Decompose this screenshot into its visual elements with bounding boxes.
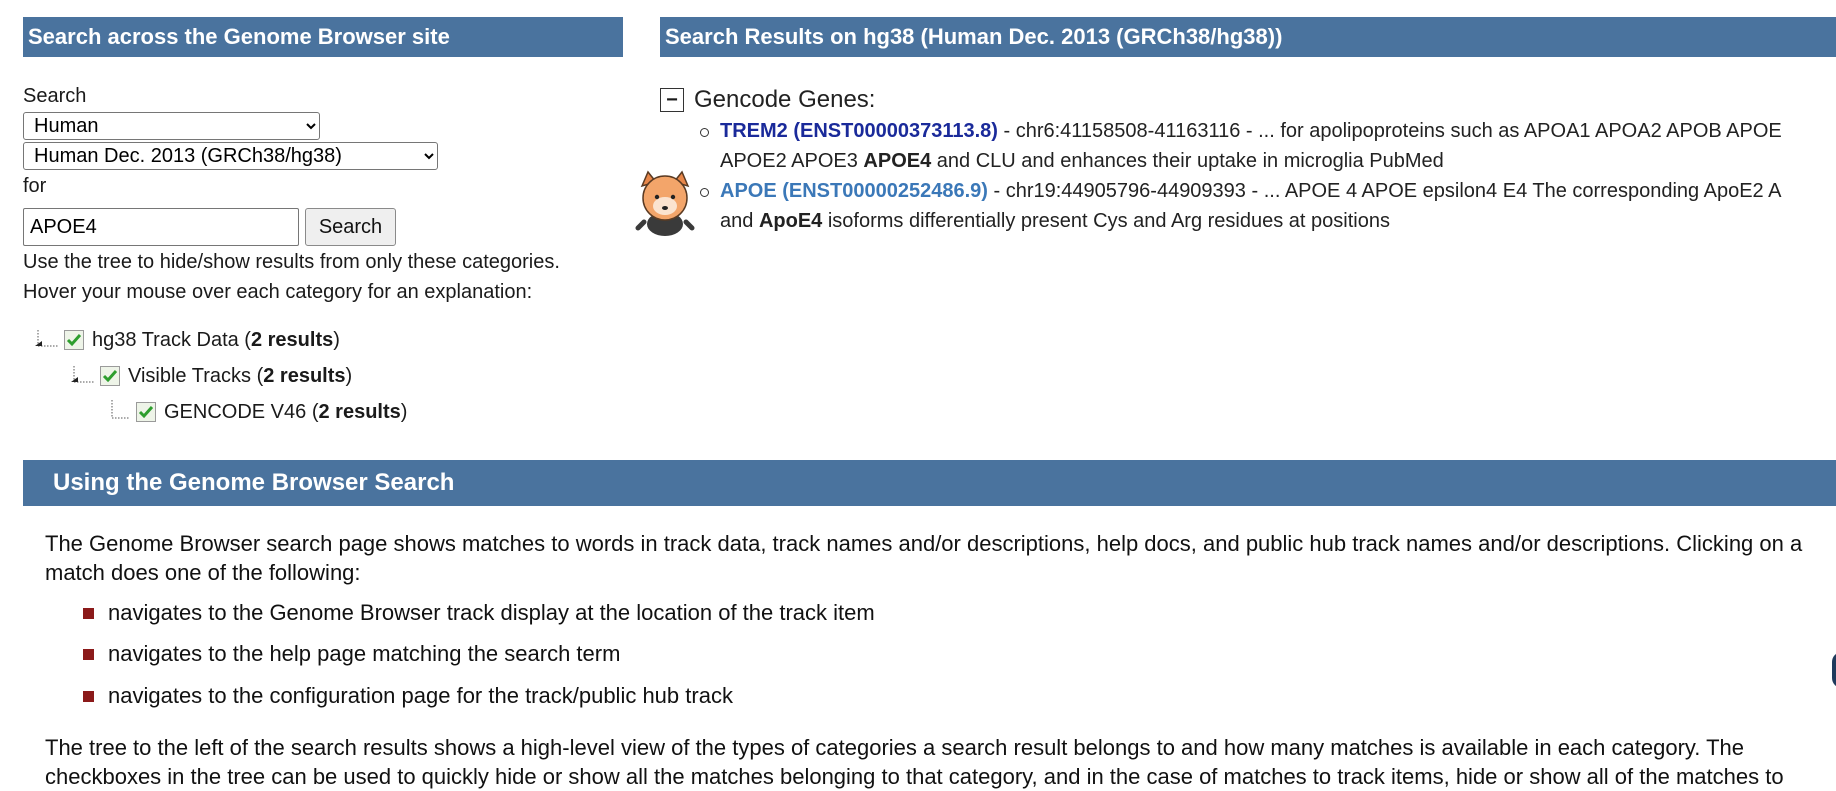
result-item: APOE (ENST00000252486.9) - chr19:4490579… [700, 176, 1836, 236]
guide-header: Using the Genome Browser Search [23, 460, 1836, 506]
assembly-select[interactable]: Human Dec. 2013 (GRCh38/hg38) [23, 142, 438, 170]
tree-connector-icon [111, 400, 130, 419]
tree-node-visible-tracks: Visible Tracks (2 results) [70, 364, 352, 388]
checkmark-icon [138, 406, 154, 419]
collapse-category-button[interactable]: − [660, 88, 684, 112]
tree-checkbox-gencode[interactable] [136, 402, 156, 422]
intro-paragraph: The Genome Browser search page shows mat… [45, 529, 1836, 587]
guide-bullet: navigates to the configuration page for … [83, 682, 733, 710]
scroll-edge-handle[interactable] [1832, 652, 1836, 688]
bullet-text: navigates to the configuration page for … [108, 683, 733, 708]
square-bullet-icon [83, 648, 94, 660]
circle-bullet-icon [700, 188, 709, 197]
checkmark-icon [102, 370, 118, 383]
tree-paragraph-line: checkboxes in the tree can be used to qu… [45, 764, 1784, 789]
circle-bullet-icon [700, 128, 709, 137]
result-snippet: and CLU and enhances their uptake in mic… [931, 150, 1444, 172]
for-label: for [23, 175, 47, 197]
tree-checkbox-track-data[interactable] [64, 330, 84, 350]
genome-select[interactable]: Human [23, 112, 320, 140]
tree-connector-icon[interactable] [70, 364, 94, 388]
tree-label-track-data[interactable]: hg38 Track Data (2 results) [92, 328, 340, 352]
result-link-apoe[interactable]: APOE (ENST00000252486.9) [720, 180, 988, 202]
result-location: - chr19:44905796-44909393 - ... APOE 4 A… [987, 180, 1782, 202]
results-panel-header: Search Results on hg38 (Human Dec. 2013 … [660, 17, 1836, 57]
result-snippet: APOE2 APOE3 [720, 150, 864, 172]
tree-checkbox-visible-tracks[interactable] [100, 366, 120, 386]
square-bullet-icon [83, 690, 94, 702]
category-title: Gencode Genes: [694, 86, 876, 113]
search-panel-header: Search across the Genome Browser site [23, 17, 623, 57]
guide-bullet: navigates to the help page matching the … [83, 640, 620, 668]
search-label: Search [23, 85, 87, 107]
tree-node-gencode: GENCODE V46 (2 results) [106, 400, 407, 424]
bullet-text: navigates to the Genome Browser track di… [108, 600, 875, 625]
result-snippet: and [720, 210, 759, 232]
tree-hint-line2: Hover your mouse over each category for … [23, 281, 533, 303]
search-button[interactable]: Search [305, 208, 396, 246]
result-item: TREM2 (ENST00000373113.8) - chr6:4115850… [700, 116, 1836, 176]
tree-connector-icon[interactable] [34, 328, 58, 352]
guide-bullet: navigates to the Genome Browser track di… [83, 599, 875, 627]
intro-line: match does one of the following: [45, 560, 361, 585]
search-input[interactable] [23, 208, 299, 246]
bullet-text: navigates to the help page matching the … [108, 641, 621, 666]
square-bullet-icon [83, 607, 94, 619]
tree-label-gencode[interactable]: GENCODE V46 (2 results) [164, 400, 407, 424]
tree-paragraph: The tree to the left of the search resul… [45, 733, 1836, 791]
result-location: - chr6:41158508-41163116 - ... for apoli… [997, 120, 1782, 142]
tree-hint-line1: Use the tree to hide/show results from o… [23, 251, 560, 273]
result-snippet: isoforms differentially present Cys and … [822, 210, 1390, 232]
mascot-icon [635, 170, 695, 236]
tree-label-visible-tracks[interactable]: Visible Tracks (2 results) [128, 364, 352, 388]
result-match-term: ApoE4 [758, 210, 823, 232]
tree-node-track-data: hg38 Track Data (2 results) [34, 328, 340, 352]
intro-line: The Genome Browser search page shows mat… [45, 531, 1803, 556]
checkmark-icon [66, 334, 82, 347]
tree-paragraph-line: The tree to the left of the search resul… [45, 735, 1744, 760]
result-link-trem2[interactable]: TREM2 (ENST00000373113.8) [720, 120, 998, 142]
result-match-term: APOE4 [863, 150, 932, 172]
